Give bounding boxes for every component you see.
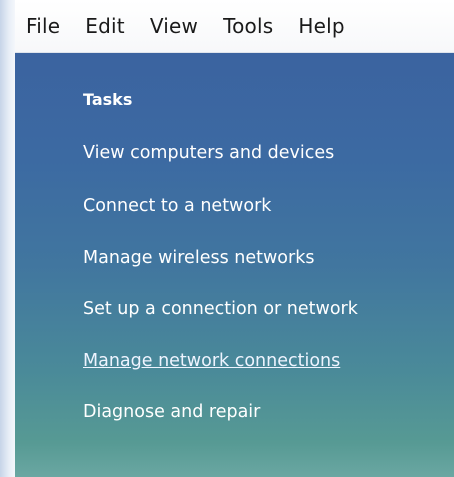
menu-tools[interactable]: Tools	[223, 14, 273, 38]
task-diagnose-and-repair[interactable]: Diagnose and repair	[83, 402, 260, 422]
tasks-heading: Tasks	[83, 90, 133, 109]
task-manage-wireless-networks[interactable]: Manage wireless networks	[83, 248, 314, 268]
task-view-computers-and-devices[interactable]: View computers and devices	[83, 143, 334, 163]
task-connect-to-a-network[interactable]: Connect to a network	[83, 196, 271, 216]
tasks-pane: Tasks View computers and devices Connect…	[15, 53, 454, 477]
menu-edit[interactable]: Edit	[85, 14, 125, 38]
menu-help[interactable]: Help	[298, 14, 344, 38]
task-set-up-connection-or-network[interactable]: Set up a connection or network	[83, 299, 358, 319]
menu-view[interactable]: View	[150, 14, 198, 38]
menu-file[interactable]: File	[26, 14, 60, 38]
menu-bar: File Edit View Tools Help	[15, 0, 454, 53]
window-left-border	[0, 0, 15, 477]
task-manage-network-connections[interactable]: Manage network connections	[83, 351, 340, 371]
network-center-window: File Edit View Tools Help Tasks View com…	[0, 0, 454, 477]
